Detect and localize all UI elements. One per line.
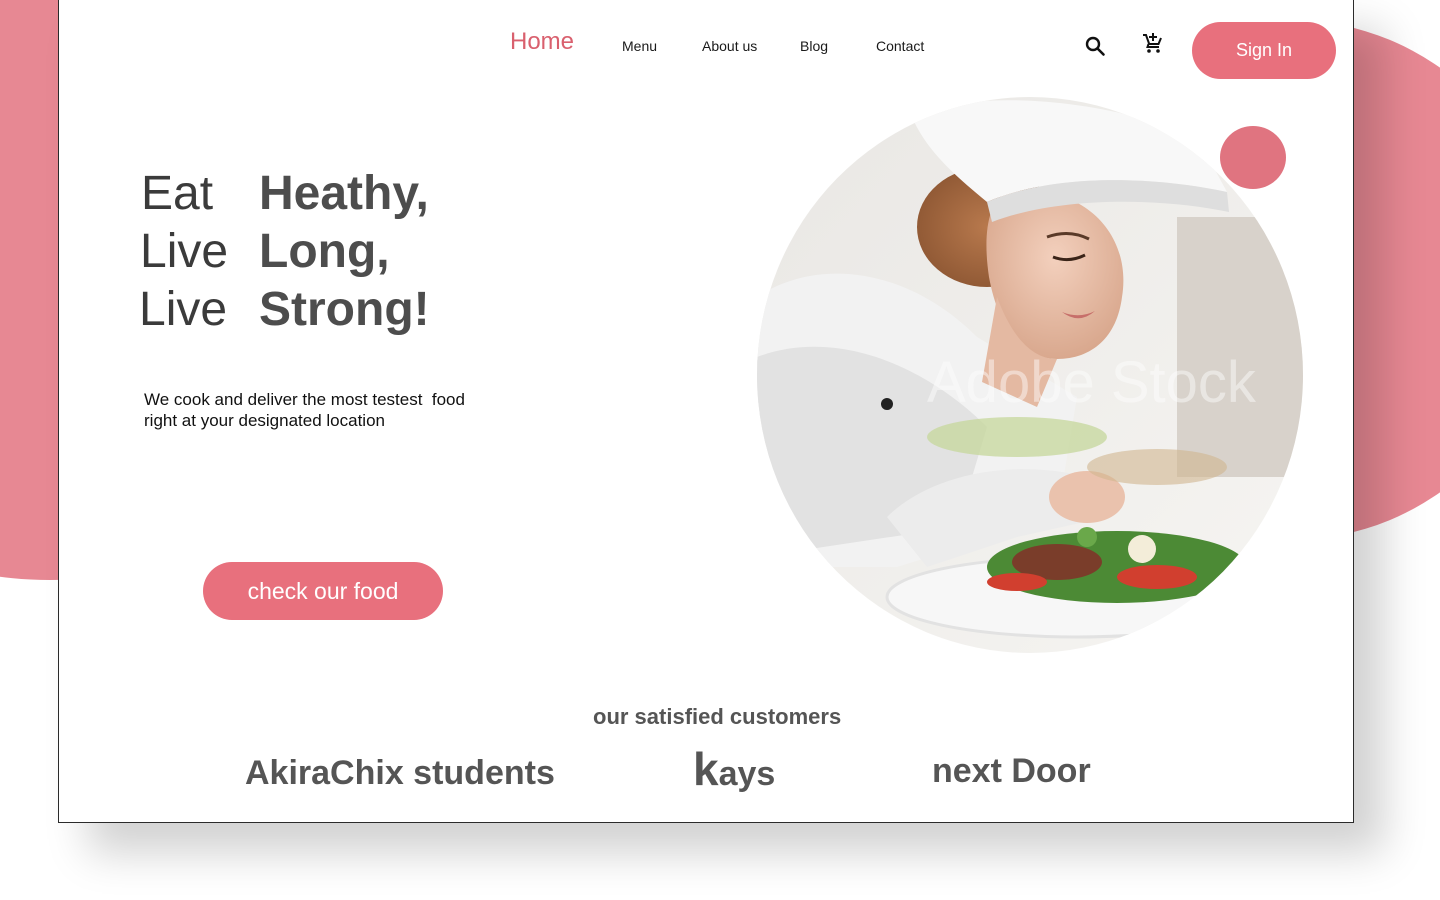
hero-word-2: Long, <box>259 225 390 278</box>
check-our-food-button[interactable]: check our food <box>203 562 443 620</box>
hero-description: We cook and deliver the most testest foo… <box>144 389 504 431</box>
customers-heading: our satisfied customers <box>593 704 842 729</box>
nav-about-link[interactable]: About us <box>702 38 757 54</box>
image-watermark: Adobe Stock <box>927 350 1257 415</box>
page: Home Menu About us Blog Contact Sign In … <box>0 0 1440 900</box>
hero-word-1: Heathy, <box>259 167 429 220</box>
chef-photo: Adobe Stock <box>757 97 1303 653</box>
nav-blog-link[interactable]: Blog <box>800 38 828 54</box>
hero-word-3: Strong! <box>259 283 430 336</box>
nav-contact-link[interactable]: Contact <box>876 38 924 54</box>
hero-verb-1: Eat <box>141 167 214 220</box>
customer-next-door-label: next Door <box>932 752 1091 790</box>
hero-description-line-2: right at your designated location <box>144 411 385 430</box>
customer-akirachix-label: AkiraChix students <box>245 754 555 792</box>
hero-verb-2: Live <box>140 225 229 278</box>
hero-description-line-1: We cook and deliver the most testest foo… <box>144 390 465 409</box>
add-shopping-cart-icon[interactable] <box>1141 31 1165 55</box>
customer-next-door: next Door <box>932 752 1091 791</box>
customer-kays: kays <box>693 742 775 796</box>
decorative-dot <box>1220 126 1286 189</box>
nav-menu-link[interactable]: Menu <box>622 38 657 54</box>
customer-akirachix: AkiraChix students <box>245 754 555 793</box>
search-icon[interactable] <box>1083 34 1107 58</box>
landing-page-frame: Home Menu About us Blog Contact Sign In … <box>58 0 1354 823</box>
hero-verb-3: Live <box>139 283 228 336</box>
customer-kays-initial: k <box>693 743 719 795</box>
customer-kays-rest: ays <box>718 755 776 793</box>
nav-home-link[interactable]: Home <box>510 28 574 56</box>
sign-in-button[interactable]: Sign In <box>1192 22 1336 79</box>
